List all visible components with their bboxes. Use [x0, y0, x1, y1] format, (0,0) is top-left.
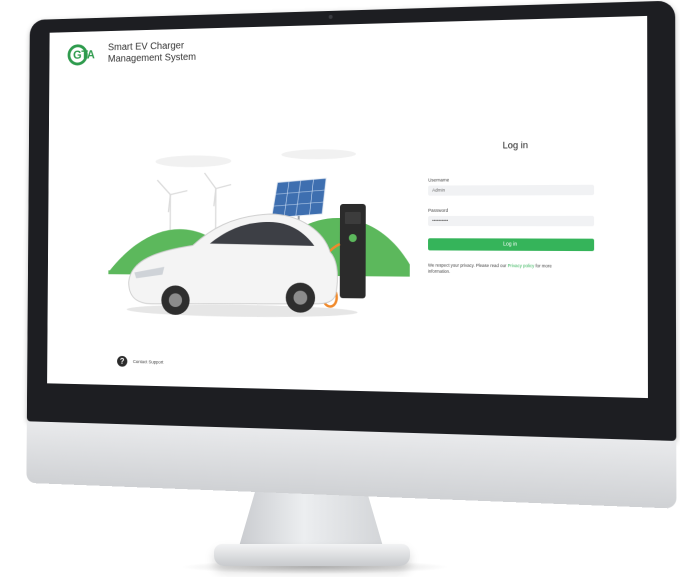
login-heading: Log in — [502, 139, 529, 151]
ev-charging-illustration — [108, 148, 410, 319]
username-field[interactable]: Admin — [428, 184, 595, 196]
camera-icon — [328, 14, 333, 19]
app-title-line2: Management System — [107, 51, 197, 65]
app-title: Smart EV Charger Management System — [108, 40, 196, 65]
privacy-notice: We respect your privacy. Please read our… — [428, 263, 552, 276]
screen: GTA Smart EV Charger Management System L… — [47, 15, 648, 399]
username-label: Username — [428, 177, 450, 183]
monitor-bezel: GTA Smart EV Charger Management System L… — [26, 0, 677, 509]
login-button[interactable]: Log in — [428, 238, 595, 252]
password-label: Password — [428, 207, 449, 213]
contact-support[interactable]: ? Contact Support — [117, 355, 164, 368]
privacy-policy-link[interactable]: Privacy policy — [508, 263, 535, 268]
login-panel: Log in Username Admin Password •••••••••… — [428, 139, 605, 276]
monitor-stand-foot — [214, 544, 410, 566]
gta-logo-icon: GTA — [67, 44, 101, 66]
brand: GTA Smart EV Charger Management System — [67, 40, 197, 66]
question-circle-icon: ? — [117, 355, 128, 367]
password-field[interactable]: •••••••••• — [428, 215, 595, 227]
monitor-stand-neck — [238, 490, 384, 550]
logo-text: GTA — [73, 47, 95, 62]
privacy-text: We respect your privacy. Please read our — [427, 262, 507, 269]
monitor-chin — [26, 421, 677, 509]
support-label: Contact Support — [132, 359, 164, 365]
